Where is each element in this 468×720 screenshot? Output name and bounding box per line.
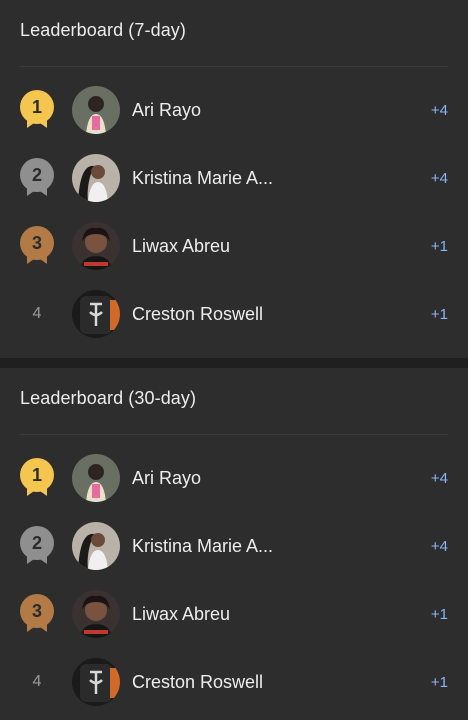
gold-medal-icon: 1 bbox=[20, 454, 54, 502]
rank-number: 4 bbox=[32, 673, 42, 690]
score: +1 bbox=[430, 674, 448, 691]
score: +1 bbox=[430, 306, 448, 323]
leaderboard-row[interactable]: 1 Ari Rayo +4 bbox=[0, 76, 468, 144]
avatar bbox=[72, 86, 120, 134]
leaderboard-row[interactable]: 4 Creston Roswell +1 bbox=[0, 648, 468, 716]
leaderboard-row[interactable]: 2 Kristina Marie A... +4 bbox=[0, 144, 468, 212]
rank-number: 2 bbox=[20, 526, 54, 560]
leaderboard-row[interactable]: 2 Kristina Marie A... +4 bbox=[0, 512, 468, 580]
user-name: Kristina Marie A... bbox=[132, 536, 274, 556]
user-name: Liwax Abreu bbox=[132, 236, 231, 256]
silver-medal-icon: 2 bbox=[20, 522, 54, 570]
score: +4 bbox=[430, 538, 448, 555]
user-name: Ari Rayo bbox=[132, 100, 202, 120]
leaderboard-rows: 1 Ari Rayo +4 2 Kristina Marie A... +4 3 bbox=[0, 76, 468, 348]
avatar bbox=[72, 154, 120, 202]
leaderboard-title: Leaderboard (30-day) bbox=[20, 388, 197, 408]
user-name: Kristina Marie A... bbox=[132, 168, 274, 188]
divider bbox=[20, 66, 448, 67]
avatar bbox=[72, 454, 120, 502]
leaderboard-7-day: Leaderboard (7-day) 1 Ari Rayo +4 2 Kris… bbox=[0, 0, 468, 358]
leaderboard-row[interactable]: 1 Ari Rayo +4 bbox=[0, 444, 468, 512]
leaderboard-row[interactable]: 4 Creston Roswell +1 bbox=[0, 280, 468, 348]
bronze-medal-icon: 3 bbox=[20, 222, 54, 270]
divider bbox=[20, 434, 448, 435]
leaderboard-rows: 1 Ari Rayo +4 2 Kristina Marie A... +4 3 bbox=[0, 444, 468, 716]
leaderboard-row[interactable]: 3 Liwax Abreu +1 bbox=[0, 212, 468, 280]
user-name: Creston Roswell bbox=[132, 304, 264, 324]
silver-medal-icon: 2 bbox=[20, 154, 54, 202]
leaderboard-row[interactable]: 3 Liwax Abreu +1 bbox=[0, 580, 468, 648]
score: +4 bbox=[430, 170, 448, 187]
user-name: Liwax Abreu bbox=[132, 604, 231, 624]
score: +1 bbox=[430, 238, 448, 255]
rank-number: 1 bbox=[20, 458, 54, 492]
rank-number: 1 bbox=[20, 90, 54, 124]
rank-number: 2 bbox=[20, 158, 54, 192]
rank-number: 3 bbox=[20, 594, 54, 628]
leaderboard-title: Leaderboard (7-day) bbox=[20, 20, 187, 40]
rank-number: 4 bbox=[32, 305, 42, 322]
section-separator bbox=[0, 358, 468, 368]
bronze-medal-icon: 3 bbox=[20, 590, 54, 638]
score: +4 bbox=[430, 102, 448, 119]
user-name: Ari Rayo bbox=[132, 468, 202, 488]
score: +4 bbox=[430, 470, 448, 487]
avatar bbox=[72, 658, 120, 706]
avatar bbox=[72, 222, 120, 270]
score: +1 bbox=[430, 606, 448, 623]
avatar bbox=[72, 290, 120, 338]
avatar bbox=[72, 590, 120, 638]
rank-number: 3 bbox=[20, 226, 54, 260]
avatar bbox=[72, 522, 120, 570]
user-name: Creston Roswell bbox=[132, 672, 264, 692]
leaderboard-30-day: Leaderboard (30-day) 1 Ari Rayo +4 2 Kri… bbox=[0, 368, 468, 720]
gold-medal-icon: 1 bbox=[20, 86, 54, 134]
